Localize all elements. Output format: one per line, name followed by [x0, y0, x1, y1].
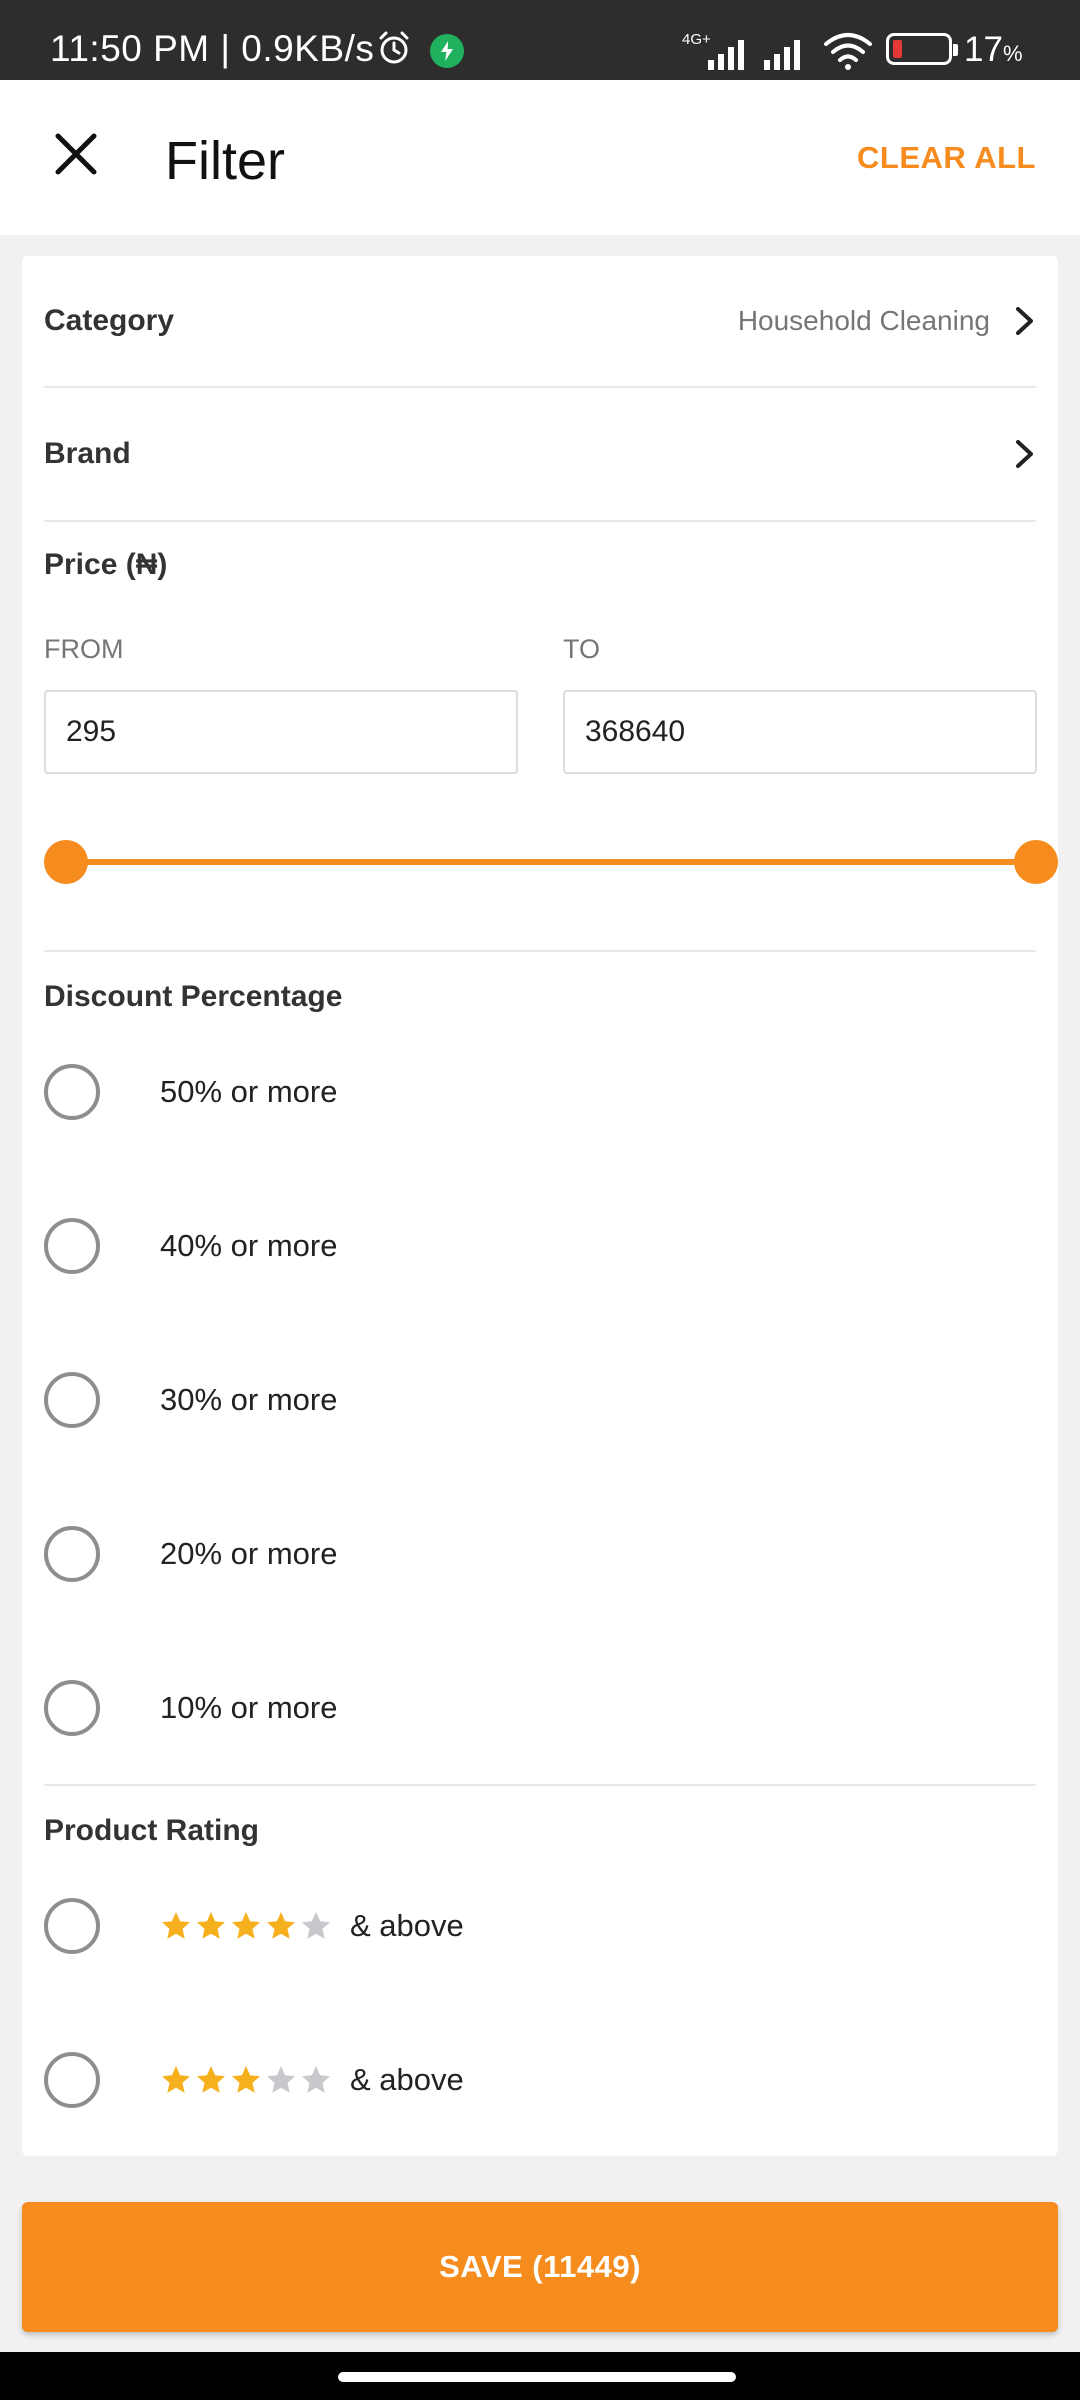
star-empty-icon: [302, 2066, 330, 2093]
star-filled-icon: [162, 2066, 190, 2093]
filter-header: Filter CLEAR ALL: [0, 80, 1080, 235]
navigation-bar: [0, 2352, 1080, 2400]
filter-card: Category Household Cleaning Brand Price …: [22, 256, 1058, 2156]
discount-option-label: 40% or more: [160, 1228, 338, 1263]
price-from-input[interactable]: [44, 690, 518, 774]
chevron-right-icon: [1016, 307, 1033, 335]
star-empty-icon: [267, 2066, 295, 2093]
category-value: Household Cleaning: [737, 305, 990, 336]
cellular-signal-icon: 4G+: [682, 31, 744, 70]
divider: [44, 1784, 1036, 1786]
chevron-right-icon: [1016, 440, 1033, 468]
rating-option[interactable]: & above: [44, 1876, 1036, 1976]
discount-option[interactable]: 50% or more: [44, 1042, 1036, 1142]
star-filled-icon: [197, 2066, 225, 2093]
rating-suffix: & above: [350, 1908, 464, 1943]
star-filled-icon: [232, 1912, 260, 1939]
brand-row[interactable]: Brand: [44, 388, 1036, 522]
status-bar: 11:50 PM | 0.9KB/s 4G+ 17%: [0, 0, 1080, 80]
save-button[interactable]: SAVE (11449): [22, 2202, 1058, 2332]
price-slider-track[interactable]: [66, 859, 1016, 865]
radio-button[interactable]: [44, 1526, 100, 1582]
app-notification-icon: [430, 34, 464, 68]
star-filled-icon: [162, 1912, 190, 1939]
discount-option-label: 20% or more: [160, 1536, 338, 1571]
price-to-label: TO: [563, 634, 601, 664]
discount-option[interactable]: 30% or more: [44, 1350, 1036, 1450]
status-time: 11:50 PM | 0.9KB/s: [50, 28, 375, 69]
price-slider-max-handle[interactable]: [1014, 840, 1058, 884]
cellular-signal-2-icon: [764, 40, 800, 70]
page-title: Filter: [165, 131, 285, 191]
radio-button[interactable]: [44, 1898, 100, 1954]
rating-option[interactable]: & above: [44, 2030, 1036, 2130]
close-icon[interactable]: [48, 126, 104, 182]
discount-option-label: 10% or more: [160, 1690, 338, 1725]
star-empty-icon: [302, 1912, 330, 1939]
discount-option[interactable]: 10% or more: [44, 1658, 1036, 1758]
price-slider-min-handle[interactable]: [44, 840, 88, 884]
rating-title: Product Rating: [44, 1814, 259, 1847]
star-rating: [160, 2064, 332, 2096]
radio-button[interactable]: [44, 1218, 100, 1274]
network-type: 4G+: [682, 31, 711, 48]
category-row[interactable]: Category Household Cleaning: [44, 256, 1036, 388]
radio-button[interactable]: [44, 1680, 100, 1736]
discount-option[interactable]: 20% or more: [44, 1504, 1036, 1604]
wifi-icon: [824, 33, 872, 70]
category-label: Category: [44, 304, 175, 337]
star-filled-icon: [267, 1912, 295, 1939]
discount-option-label: 30% or more: [160, 1382, 338, 1417]
price-to-input[interactable]: [563, 690, 1037, 774]
star-filled-icon: [197, 1912, 225, 1939]
brand-label: Brand: [44, 437, 131, 470]
radio-button[interactable]: [44, 1372, 100, 1428]
battery-icon: [886, 33, 958, 65]
discount-option-label: 50% or more: [160, 1074, 338, 1109]
price-title: Price (₦): [44, 548, 168, 581]
star-rating: [160, 1910, 332, 1942]
divider: [44, 950, 1036, 952]
rating-suffix: & above: [350, 2062, 464, 2097]
discount-option[interactable]: 40% or more: [44, 1196, 1036, 1296]
clear-all-button[interactable]: CLEAR ALL: [857, 140, 1036, 176]
battery-percent: 17%: [964, 30, 1023, 69]
radio-button[interactable]: [44, 2052, 100, 2108]
price-from-label: FROM: [44, 634, 124, 664]
star-filled-icon: [232, 2066, 260, 2093]
discount-title: Discount Percentage: [44, 980, 343, 1013]
alarm-icon: [379, 31, 409, 64]
home-gesture-handle[interactable]: [338, 2372, 736, 2382]
radio-button[interactable]: [44, 1064, 100, 1120]
